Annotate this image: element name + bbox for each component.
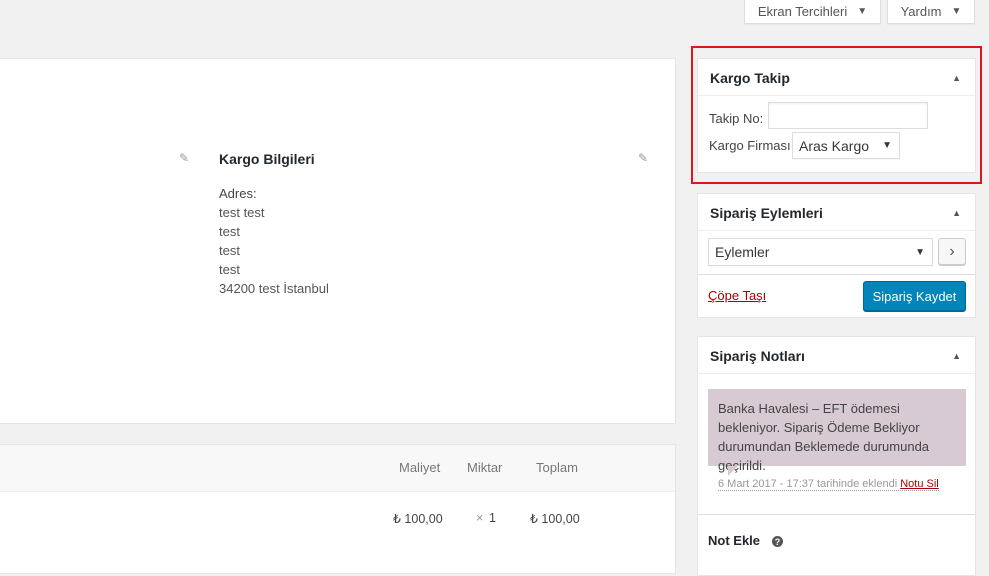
- dropdown-arrow-icon: ▼: [915, 246, 925, 258]
- divider: [698, 274, 975, 275]
- item-qty: 1: [489, 511, 496, 525]
- order-notes-title: Sipariş Notları: [710, 348, 805, 364]
- address-line: test: [219, 224, 240, 239]
- move-to-trash-link[interactable]: Çöpe Taşı: [708, 288, 766, 303]
- edit-shipping-pencil-icon[interactable]: ✎: [638, 152, 650, 164]
- delete-note-link[interactable]: Notu Sil: [900, 478, 939, 490]
- apply-action-button[interactable]: ›: [938, 238, 966, 265]
- note-date: 6 Mart 2017 - 17:37 tarihinde eklendi: [718, 478, 898, 490]
- col-header-cost: Maliyet: [399, 460, 441, 475]
- shipping-address: Adres: test test test test test 34200 te…: [219, 184, 329, 298]
- address-line: test: [219, 262, 240, 277]
- highlight-box: [691, 46, 982, 184]
- note-meta: 6 Mart 2017 - 17:37 tarihinde eklendi No…: [718, 478, 939, 491]
- edit-billing-pencil-icon[interactable]: ✎: [179, 152, 191, 164]
- help-icon[interactable]: ?: [772, 536, 783, 547]
- save-order-button[interactable]: Sipariş Kaydet: [863, 281, 966, 311]
- screen-options-button[interactable]: Ekran Tercihleri ▼: [744, 0, 881, 24]
- address-line: 34200 test İstanbul: [219, 281, 329, 296]
- order-note: Banka Havalesi – EFT ödemesi bekleniyor.…: [708, 389, 966, 473]
- order-notes-box: Sipariş Notları ▲ Banka Havalesi – EFT ö…: [697, 336, 976, 576]
- shipping-title: Kargo Bilgileri: [219, 151, 315, 167]
- divider: [698, 373, 975, 374]
- note-tail: [728, 466, 738, 476]
- chevron-down-icon: ▼: [857, 6, 868, 17]
- times-icon: ×: [476, 511, 484, 525]
- help-button[interactable]: Yardım ▼: [887, 0, 975, 24]
- item-total: ₺ 100,00: [530, 512, 580, 526]
- chevron-right-icon: ›: [949, 242, 955, 260]
- order-data-panel: [0, 58, 676, 424]
- order-actions-select[interactable]: Eylemler ▼: [708, 238, 933, 266]
- chevron-down-icon: ▼: [951, 6, 962, 17]
- order-actions-title: Sipariş Eylemleri: [710, 205, 823, 221]
- screen-options-label: Ekran Tercihleri: [757, 4, 848, 19]
- collapse-arrow-icon[interactable]: ▲: [952, 208, 961, 218]
- address-line: test test: [219, 205, 265, 220]
- item-cost: ₺ 100,00: [393, 512, 443, 526]
- divider: [698, 514, 975, 515]
- address-label: Adres:: [219, 186, 257, 201]
- order-actions-selected: Eylemler: [715, 244, 770, 260]
- address-line: test: [219, 243, 240, 258]
- add-note-label: Not Ekle: [708, 533, 761, 548]
- collapse-arrow-icon[interactable]: ▲: [952, 351, 961, 361]
- col-header-qty: Miktar: [467, 460, 503, 475]
- divider: [698, 230, 975, 231]
- order-actions-box: Sipariş Eylemleri ▲ Eylemler ▼ › Çöpe Ta…: [697, 193, 976, 318]
- help-label: Yardım: [900, 4, 942, 19]
- col-header-total: Toplam: [536, 460, 578, 475]
